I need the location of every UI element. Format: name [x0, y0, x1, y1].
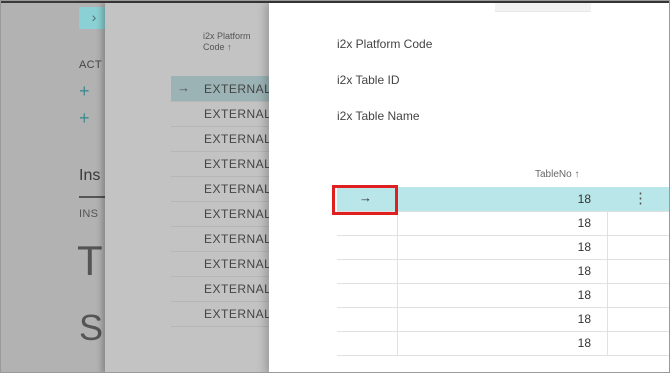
list-row[interactable]: EXTERNAL [171, 176, 269, 202]
list-row[interactable]: EXTERNAL [171, 151, 269, 177]
field-label-table-name[interactable]: i2x Table Name [337, 109, 420, 123]
list-row[interactable]: EXTERNAL [171, 226, 269, 252]
large-letter: T [77, 237, 103, 284]
card-panel: i2x Platform Code i2x Table ID i2x Table… [269, 3, 669, 372]
row-selector-cell[interactable] [337, 283, 398, 307]
column-header-platform-code[interactable]: i2x Platform Code ↑ [203, 31, 269, 53]
row-selector-cell[interactable] [337, 331, 398, 355]
back-button[interactable]: › [79, 7, 105, 29]
platform-code-cell: EXTERNAL [204, 182, 269, 196]
table-row[interactable]: 18 [337, 307, 669, 332]
list-row[interactable]: EXTERNAL [171, 301, 269, 327]
tableno-cell: 18 [398, 187, 608, 211]
tableno-value: 18 [577, 240, 591, 254]
background-list-page: i2x Platform Code ↑ → EXTERNAL EXTERNAL … [105, 3, 269, 372]
tableno-value: 18 [577, 312, 591, 326]
tableno-cell: 18 [398, 307, 608, 331]
add-icon[interactable]: + [79, 109, 90, 127]
platform-code-cell: EXTERNAL [204, 257, 269, 271]
actions-label: ACT [79, 59, 102, 71]
tableno-cell: 18 [398, 331, 608, 355]
tableno-cell: 18 [398, 283, 608, 307]
platform-code-cell: EXTERNAL [204, 157, 269, 171]
list-row[interactable]: EXTERNAL [171, 201, 269, 227]
header-strip [495, 3, 591, 12]
list-row[interactable]: → EXTERNAL [171, 76, 269, 102]
screenshot-frame: › ACT + + Ins INS T S i2x Platform Code … [0, 0, 670, 373]
list-row[interactable]: EXTERNAL [171, 126, 269, 152]
platform-code-cell: EXTERNAL [204, 307, 269, 321]
tableno-cell: 18 [398, 259, 608, 283]
platform-code-cell: EXTERNAL [204, 132, 269, 146]
back-icon: › [91, 9, 97, 25]
platform-code-cell: EXTERNAL [204, 282, 269, 296]
tableno-cell: 18 [398, 211, 608, 235]
table-row[interactable]: 18 [337, 235, 669, 260]
list-row[interactable]: EXTERNAL [171, 251, 269, 277]
row-selector-icon: → [177, 80, 190, 95]
annotation-highlight-box [332, 185, 398, 215]
row-selector-cell[interactable] [337, 235, 398, 259]
table-row[interactable]: 18 [337, 331, 669, 356]
tableno-value: 18 [577, 288, 591, 302]
tableno-value: 18 [577, 264, 591, 278]
more-options-icon[interactable]: ⋮ [633, 189, 648, 207]
platform-code-cell: EXTERNAL [204, 207, 269, 221]
tableno-value: 18 [577, 192, 591, 206]
column-header-line: Code ↑ [203, 42, 232, 52]
row-selector-cell[interactable] [337, 307, 398, 331]
row-selector-cell[interactable] [337, 259, 398, 283]
large-letter: S [79, 307, 104, 348]
divider [79, 196, 105, 198]
tableno-cell: 18 [398, 235, 608, 259]
field-label-table-id[interactable]: i2x Table ID [337, 73, 399, 87]
platform-code-cell: EXTERNAL [204, 232, 269, 246]
background-page: › ACT + + Ins INS T S [1, 3, 105, 372]
table-row[interactable]: 18 [337, 259, 669, 284]
insights-heading: Ins [79, 167, 101, 184]
platform-code-cell: EXTERNAL [204, 107, 269, 121]
tableno-value: 18 [577, 216, 591, 230]
list-row[interactable]: EXTERNAL [171, 101, 269, 127]
insights-subheading: INS [79, 208, 99, 220]
column-header-line: i2x Platform [203, 31, 251, 41]
add-icon[interactable]: + [79, 82, 90, 100]
tableno-value: 18 [577, 336, 591, 350]
list-row[interactable]: EXTERNAL [171, 276, 269, 302]
field-label-platform-code[interactable]: i2x Platform Code [337, 37, 432, 51]
platform-code-cell: EXTERNAL [204, 82, 269, 96]
table-row[interactable]: 18 [337, 283, 669, 308]
column-header-tableno[interactable]: TableNo ↑ [535, 169, 579, 180]
